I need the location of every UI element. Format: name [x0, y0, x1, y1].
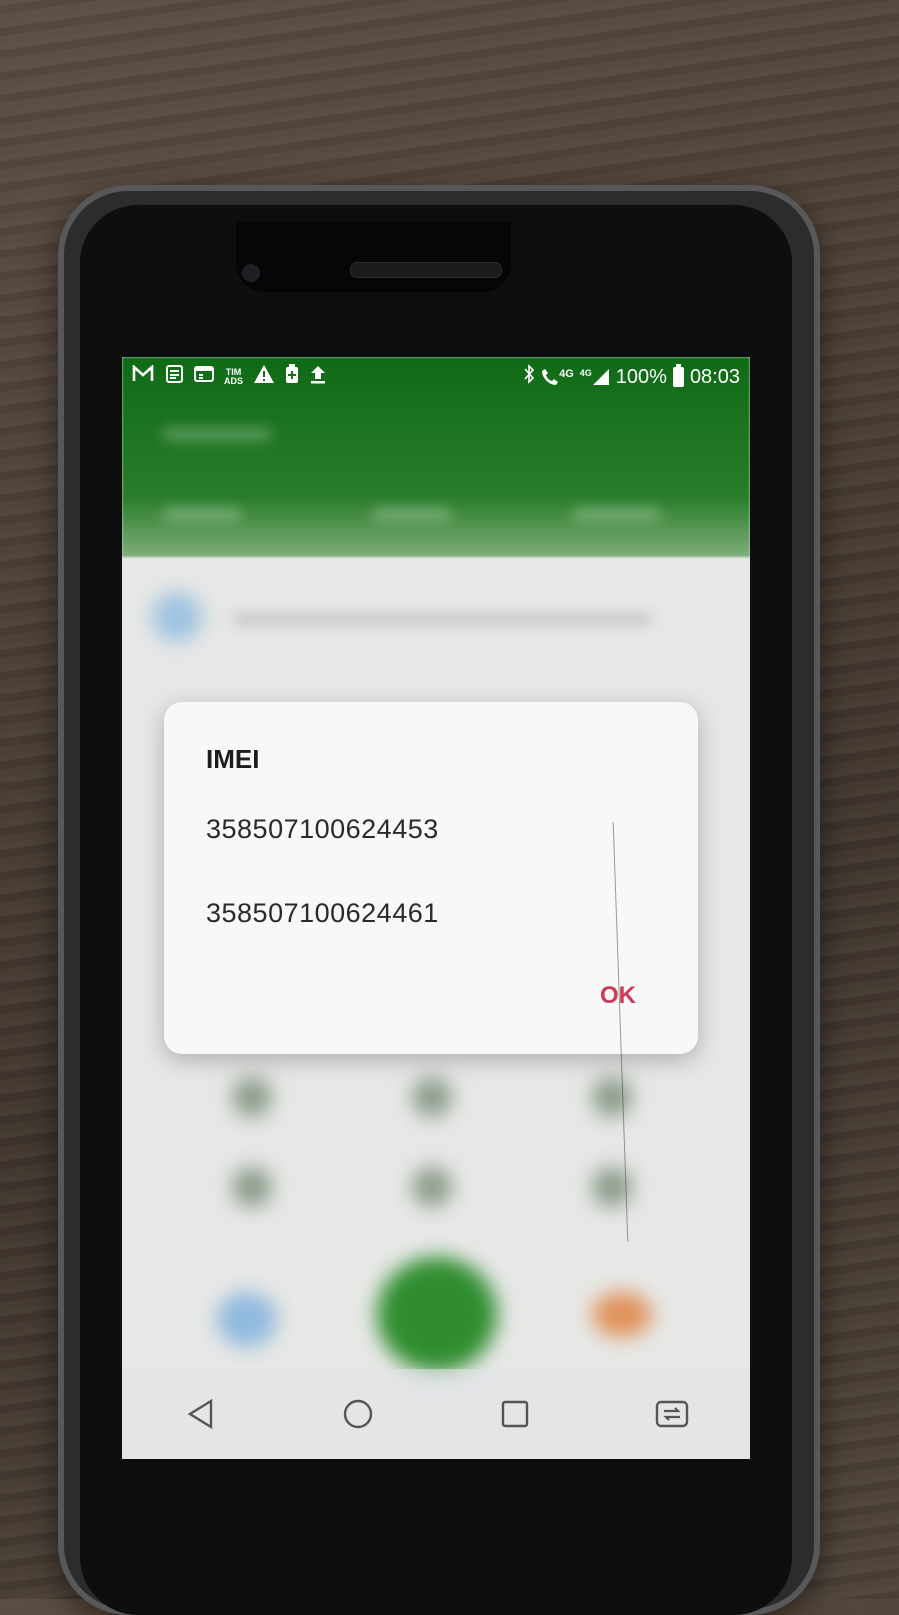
upload-icon [309, 364, 327, 390]
status-left-icons: TIM ADS [132, 364, 327, 390]
back-icon[interactable] [181, 1394, 221, 1434]
phone-notch [236, 222, 511, 292]
imei-value-2: 358507100624461 [206, 898, 439, 928]
home-icon[interactable] [338, 1394, 378, 1434]
dialog-title: IMEI [206, 744, 260, 774]
phone-speaker [350, 262, 502, 278]
imei-value-1: 358507100624453 [206, 814, 439, 844]
blurred-key [232, 1077, 272, 1117]
blurred-tab [162, 507, 242, 521]
navigation-bar [122, 1369, 750, 1459]
imei-dialog: IMEI 358507100624453 358507100624461 OK [164, 702, 698, 1054]
blurred-video-button [217, 1292, 277, 1347]
signal-network-label: 4G [579, 368, 592, 378]
blurred-title [162, 427, 272, 441]
blurred-tab [572, 507, 662, 521]
blurred-avatar [152, 592, 202, 642]
status-bar: TIM ADS 4G 4G 100% 08:03 [122, 357, 750, 397]
gmail-icon [132, 364, 154, 389]
blurred-call-button [377, 1257, 497, 1372]
calendar-icon [194, 365, 214, 389]
call-icon: 4G [541, 368, 574, 386]
battery-percent: 100% [615, 365, 667, 388]
blurred-key [412, 1077, 452, 1117]
news-icon [164, 364, 184, 390]
blurred-key [412, 1167, 452, 1207]
phone-screen: TIM ADS 4G 4G 100% 08:03 IMEI 3585071006… [122, 357, 750, 1459]
status-right-icons: 4G 4G 100% 08:03 [523, 364, 740, 390]
clock: 08:03 [689, 365, 740, 388]
blurred-tab [372, 507, 452, 521]
blurred-input [232, 612, 652, 626]
4g-icon: 4G [559, 368, 574, 380]
blurred-delete-button [592, 1292, 652, 1337]
blurred-key [592, 1077, 632, 1117]
front-camera [242, 264, 260, 282]
tim-ads-icon: TIM ADS [224, 367, 244, 386]
battery-icon [672, 364, 684, 387]
battery-saver-icon [285, 364, 299, 390]
signal-icon: 4G [580, 368, 610, 386]
warning-icon [253, 364, 275, 390]
dual-window-icon[interactable] [652, 1394, 692, 1434]
blurred-key [232, 1167, 272, 1207]
bluetooth-icon [523, 364, 535, 390]
recents-icon[interactable] [495, 1394, 535, 1434]
